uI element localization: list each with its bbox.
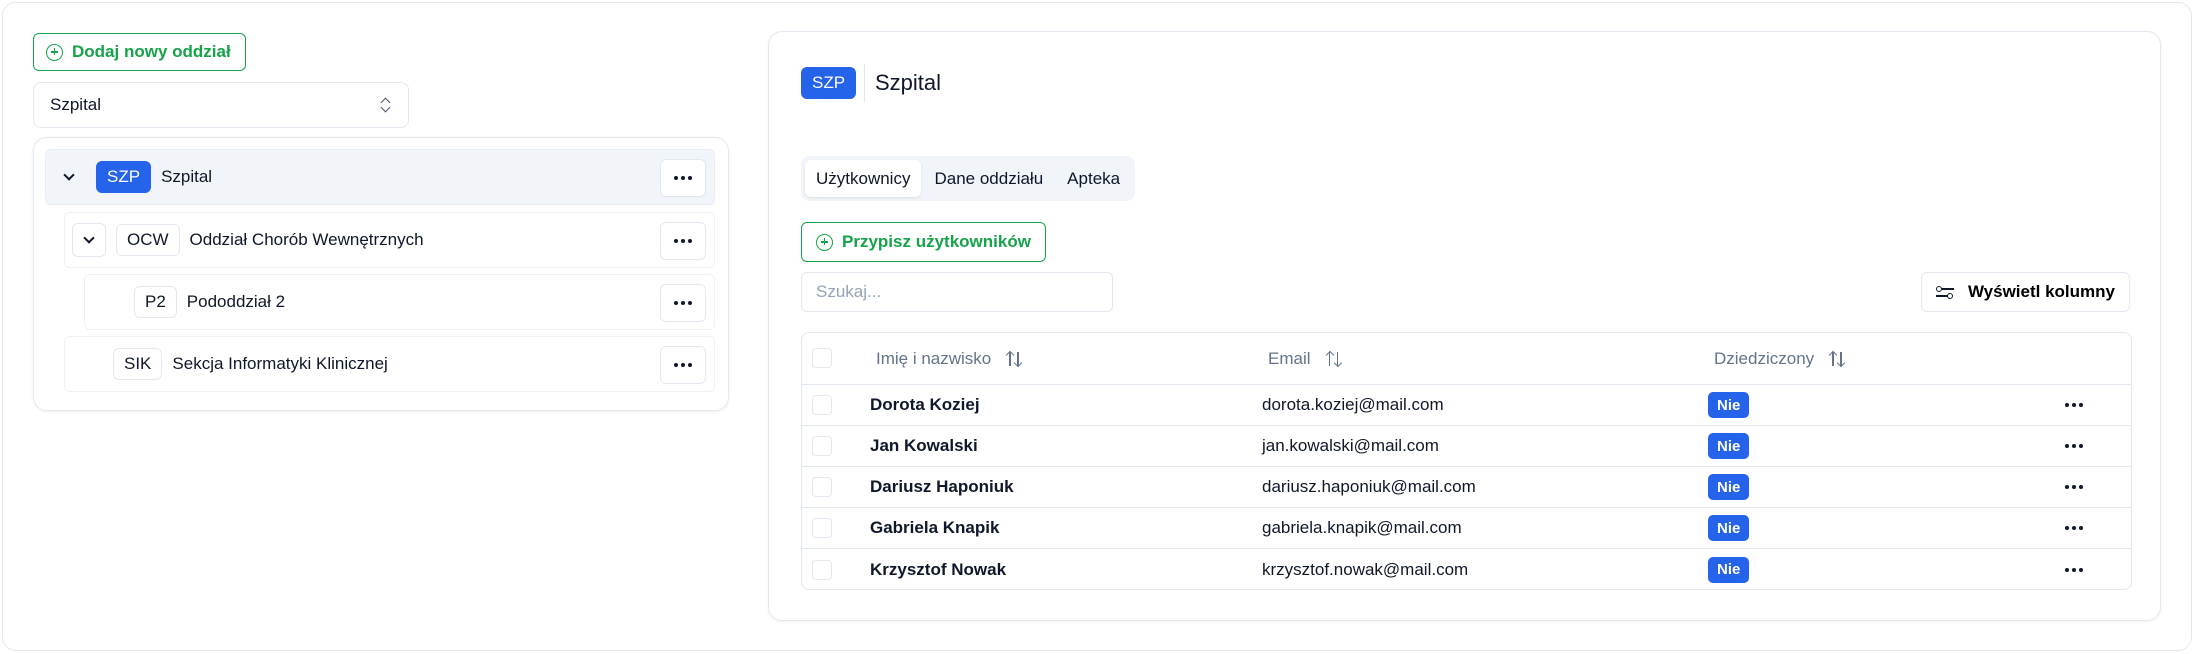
sliders-icon (1935, 284, 1954, 300)
ellipsis-icon (674, 239, 692, 243)
users-table: Imię i nazwisko Email Dziedziczony Dorot… (801, 332, 2132, 590)
tree-node-label: Szpital (161, 167, 213, 186)
header-inherited-label: Dziedziczony (1714, 348, 1815, 368)
add-department-label: Dodaj nowy oddział (72, 42, 231, 61)
inherited-badge: Nie (1708, 515, 1750, 541)
tree-node-szp[interactable]: SZP Szpital (45, 149, 715, 205)
user-name: Dorota Koziej (870, 395, 980, 414)
add-department-button[interactable]: Dodaj nowy oddział (33, 33, 246, 71)
tree-node-label: Sekcja Informatyki Klinicznej (172, 354, 388, 373)
tree-node-label: Pododdział 2 (186, 292, 286, 311)
collapse-toggle[interactable] (52, 160, 86, 194)
collapse-toggle[interactable] (72, 223, 106, 257)
header-email-label: Email (1268, 348, 1311, 368)
row-actions-ellipsis-icon[interactable] (2065, 526, 2083, 530)
sort-icon (1828, 350, 1846, 368)
user-email: dorota.koziej@mail.com (1262, 395, 1444, 414)
table-row[interactable]: Gabriela Knapik gabriela.knapik@mail.com… (802, 508, 2131, 549)
user-name: Jan Kowalski (870, 436, 978, 455)
row-checkbox[interactable] (812, 436, 832, 456)
header-inherited[interactable]: Dziedziczony (1714, 349, 1846, 369)
department-tree: SZP Szpital OCW Oddział Chorób Wewnętrzn… (33, 137, 729, 411)
show-columns-label: Wyświetl kolumny (1967, 282, 2115, 301)
department-code-badge: SZP (801, 67, 857, 99)
tree-node-p2[interactable]: P2 Pododdział 2 (84, 274, 715, 330)
tab-pharmacy[interactable]: Apteka (1056, 160, 1131, 197)
tab-department-data[interactable]: Dane oddziału (923, 160, 1054, 197)
assign-users-label: Przypisz użytkowników (842, 232, 1031, 251)
tree-node-code: SIK (113, 348, 163, 380)
row-checkbox[interactable] (812, 477, 832, 497)
tab-list: Użytkownicy Dane oddziału Apteka (801, 156, 1136, 201)
more-actions-button[interactable] (660, 159, 706, 197)
row-actions-ellipsis-icon[interactable] (2065, 444, 2083, 448)
plus-circle-icon (46, 43, 63, 61)
inherited-badge: Nie (1708, 433, 1750, 459)
chevron-down-icon (83, 232, 95, 244)
tree-node-code: OCW (116, 224, 180, 256)
ellipsis-icon (674, 176, 692, 180)
user-email: dariusz.haponiuk@mail.com (1262, 477, 1476, 496)
plus-circle-icon (816, 233, 833, 251)
row-actions-ellipsis-icon[interactable] (2065, 403, 2083, 407)
tab-users[interactable]: Użytkownicy (805, 160, 922, 197)
header-name-label: Imię i nazwisko (876, 348, 992, 368)
more-actions-button[interactable] (660, 222, 706, 260)
inherited-badge: Nie (1708, 556, 1750, 583)
row-actions-ellipsis-icon[interactable] (2065, 567, 2083, 572)
ellipsis-icon (674, 363, 692, 367)
sort-icon (1325, 350, 1343, 368)
table-row[interactable]: Dariusz Haponiuk dariusz.haponiuk@mail.c… (802, 467, 2131, 508)
tree-node-sik[interactable]: SIK Sekcja Informatyki Klinicznej (64, 336, 715, 392)
user-email: krzysztof.nowak@mail.com (1262, 559, 1469, 579)
tree-node-code: SZP (96, 161, 152, 193)
sort-icon (1005, 350, 1023, 368)
department-select[interactable]: Szpital (33, 82, 409, 128)
more-actions-button[interactable] (660, 284, 706, 322)
chevron-down-icon (63, 169, 75, 181)
tree-node-ocw[interactable]: OCW Oddział Chorób Wewnętrznych (64, 212, 715, 268)
table-row[interactable]: Jan Kowalski jan.kowalski@mail.com Nie (802, 426, 2131, 467)
user-name: Gabriela Knapik (870, 518, 1000, 537)
user-name: Dariusz Haponiuk (870, 477, 1014, 496)
assign-users-button[interactable]: Przypisz użytkowników (801, 222, 1046, 262)
table-row[interactable]: Krzysztof Nowak krzysztof.nowak@mail.com… (802, 549, 2131, 589)
header-name[interactable]: Imię i nazwisko (876, 349, 1023, 369)
inherited-badge: Nie (1708, 474, 1750, 500)
chevron-up-down-icon (380, 96, 392, 114)
department-details-panel: SZP Szpital Użytkownicy Dane oddziału Ap… (768, 31, 2161, 621)
search-input[interactable] (801, 272, 1113, 312)
inherited-badge: Nie (1708, 392, 1750, 418)
show-columns-button[interactable]: Wyświetl kolumny (1920, 272, 2130, 312)
user-email: jan.kowalski@mail.com (1262, 436, 1439, 455)
row-checkbox[interactable] (812, 518, 832, 538)
department-title: Szpital (875, 70, 942, 95)
table-header: Imię i nazwisko Email Dziedziczony (802, 333, 2131, 385)
table-row[interactable]: Dorota Koziej dorota.koziej@mail.com Nie (802, 385, 2131, 426)
department-select-value: Szpital (50, 95, 102, 114)
row-checkbox[interactable] (812, 395, 832, 415)
row-actions-ellipsis-icon[interactable] (2065, 485, 2083, 489)
ellipsis-icon (674, 301, 692, 305)
tree-node-code: P2 (134, 286, 177, 318)
header-divider (864, 64, 865, 102)
header-email[interactable]: Email (1268, 349, 1343, 369)
user-name: Krzysztof Nowak (870, 559, 1007, 579)
row-checkbox[interactable] (812, 559, 832, 580)
more-actions-button[interactable] (660, 346, 706, 384)
user-email: gabriela.knapik@mail.com (1262, 518, 1462, 537)
select-all-checkbox[interactable] (812, 348, 832, 368)
tree-node-label: Oddział Chorób Wewnętrznych (189, 230, 424, 249)
